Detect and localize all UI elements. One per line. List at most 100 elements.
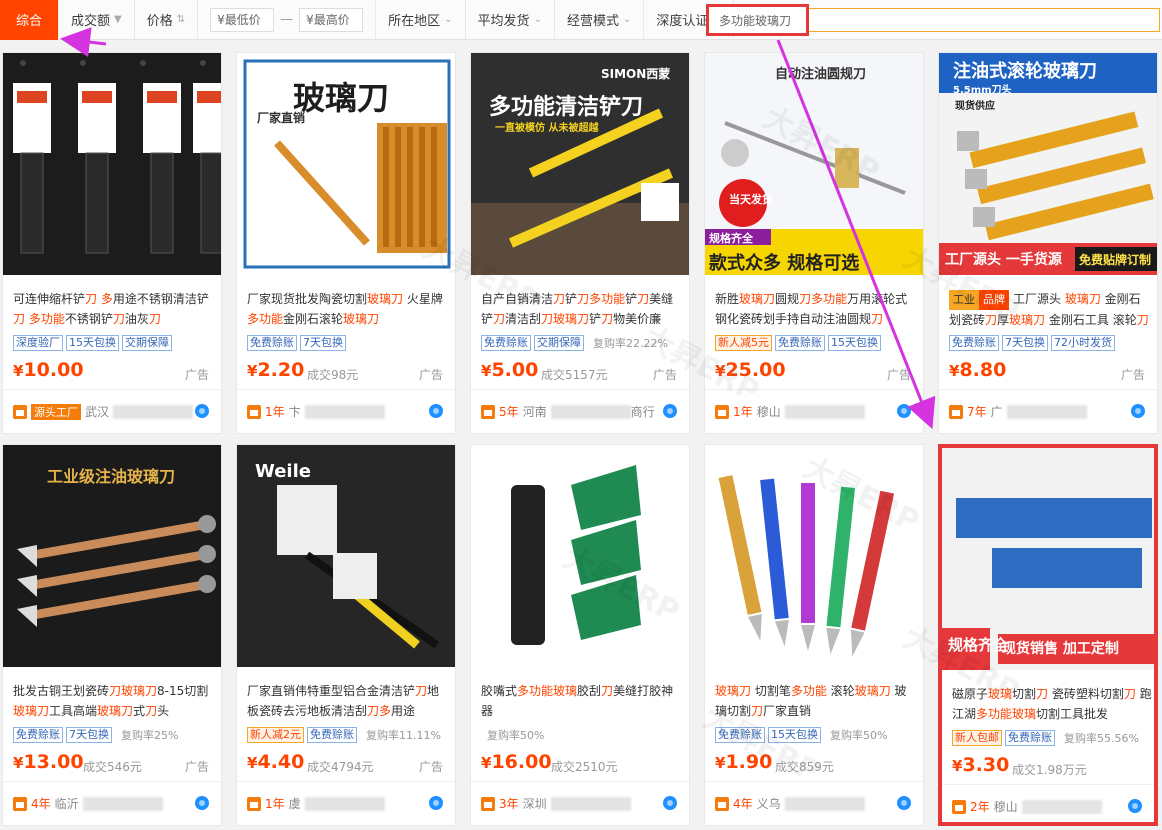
title-segment: 铲	[625, 292, 638, 306]
price-value: 16.00	[491, 751, 552, 773]
shop-info[interactable]: 4年 临沂	[13, 795, 163, 812]
title-segment: 刀	[799, 292, 812, 306]
product-title[interactable]: 批发古铜王划瓷砖刀玻璃刀8-15切割玻璃刀工具高端玻璃刀式刀头	[13, 681, 213, 721]
search-field-extension[interactable]	[806, 8, 1160, 32]
shop-name[interactable]: 义乌	[757, 795, 781, 812]
sort-price[interactable]: 价格 ⇅	[135, 0, 199, 40]
product-title[interactable]: 胶嘴式多功能玻璃胶刮刀美缝打胶神器	[481, 681, 681, 721]
shop-name[interactable]: 临沂	[55, 795, 79, 812]
product-image-art	[471, 53, 689, 275]
shop-info[interactable]: 2年 穆山	[952, 798, 1102, 815]
shop-info[interactable]: 1年虞	[247, 795, 385, 812]
product-title[interactable]: 磁原子玻璃切割刀 瓷砖塑料切割刀 跑江湖多功能玻璃切割工具批发	[952, 684, 1152, 724]
product-title[interactable]: 可连伸缩杆铲刀 多用途不锈钢清洁铲刀 多功能不锈钢铲刀油灰刀	[13, 289, 213, 329]
title-segment: 刀	[415, 684, 428, 698]
search-input[interactable]: 多功能玻璃刀	[706, 4, 809, 36]
product-card[interactable]: Weile 厂家直销伟特重型铝合金清洁铲刀地板瓷砖去污地板清洁刮刀多用途 新人减2元…	[236, 444, 456, 826]
product-card[interactable]: 工业级注油玻璃刀 批发古铜王划瓷砖刀玻璃刀8-15切割玻璃刀工具高端玻璃刀式刀头免…	[2, 444, 222, 826]
product-image[interactable]: 工业级注油玻璃刀	[3, 445, 221, 667]
product-image[interactable]: 多功能清洁铲刀 一直被模仿 从未被超越 SIMON西蒙	[471, 53, 689, 275]
title-segment: 刀	[871, 312, 884, 326]
wangwang-chat-icon[interactable]	[897, 796, 911, 810]
currency-symbol: ¥	[247, 754, 258, 772]
product-image-text: 工厂源头 一手货源	[945, 252, 1062, 268]
shop-info[interactable]: 4年 义乌	[715, 795, 865, 812]
shop-name[interactable]: 武汉	[85, 403, 109, 420]
shop-info[interactable]: 3年 深圳	[481, 795, 631, 812]
product-image[interactable]	[705, 445, 923, 667]
product-image-text: 免费贴牌订制	[1079, 253, 1152, 267]
title-segment: 刀	[112, 312, 125, 326]
product-title[interactable]: 厂家现货批发陶瓷切割玻璃刀 火星牌多功能金刚石滚轮玻璃刀	[247, 289, 447, 329]
shop-info[interactable]: 7年广	[949, 403, 1087, 420]
sort-default[interactable]: 综合	[0, 0, 60, 40]
product-image[interactable]	[471, 445, 689, 667]
product-card[interactable]: 可连伸缩杆铲刀 多用途不锈钢清洁铲刀 多功能不锈钢铲刀油灰刀深度验厂 15天包换交…	[2, 52, 222, 434]
shop-name[interactable]: 卞	[289, 403, 301, 420]
product-card[interactable]: 多功能清洁铲刀 一直被模仿 从未被超越 SIMON西蒙 自产自销清洁刀铲刀多功能铲刀美…	[470, 52, 690, 434]
price-value: 1.90	[725, 751, 773, 773]
max-price-input[interactable]: ¥最高价	[299, 7, 364, 32]
service-tag: 免费赊账	[247, 335, 297, 351]
wangwang-chat-icon[interactable]	[195, 404, 209, 418]
product-image[interactable]: Weile	[237, 445, 455, 667]
wangwang-chat-icon[interactable]	[663, 796, 677, 810]
shop-name-tail: 商行	[630, 405, 655, 419]
product-card[interactable]: 规格齐全 现货销售 加工定制磁原子玻璃切割刀 瓷砖塑料切割刀 跑江湖多功能玻璃切割…	[938, 444, 1158, 826]
filter-business-mode[interactable]: 经营模式 ⌄	[555, 0, 645, 40]
product-title[interactable]: 新胜玻璃刀圆规刀多功能万用滚轮式钢化瓷砖划手持自动注油圆规刀	[715, 289, 915, 329]
product-title[interactable]: 工业 品牌 工厂源头 玻璃刀 金刚石划瓷砖刀厚玻璃刀 金刚石工具 滚轮刀	[949, 289, 1149, 329]
product-image[interactable]: 注油式滚轮玻璃刀 5.5mm刀头 现货供应 工厂源头 一手货源 免费贴牌订制	[939, 53, 1157, 275]
service-tags: 深度验厂 15天包换 交期保障	[13, 335, 172, 351]
card-divider	[939, 389, 1157, 390]
product-image[interactable]	[3, 53, 221, 275]
product-title[interactable]: 自产自销清洁刀铲刀多功能铲刀美缝铲刀清洁刮刀玻璃刀铲刀物美价廉	[481, 289, 681, 329]
shop-name[interactable]: 虞	[289, 795, 301, 812]
product-image[interactable]: 玻璃刀 厂家直销	[237, 53, 455, 275]
sort-turnover[interactable]: 成交额 ▼	[59, 0, 135, 40]
shop-name[interactable]: 广	[991, 403, 1003, 420]
product-card[interactable]: 玻璃刀 厂家直销 厂家现货批发陶瓷切割玻璃刀 火星牌多功能金刚石滚轮玻璃刀 免费赊账 7…	[236, 52, 456, 434]
shop-name[interactable]: 穆山	[994, 798, 1018, 815]
product-price: ¥5.00	[481, 359, 538, 381]
wangwang-chat-icon[interactable]	[1131, 404, 1145, 418]
title-segment: 清洁刮	[505, 312, 542, 326]
wangwang-chat-icon[interactable]	[1128, 799, 1142, 813]
product-title[interactable]: 玻璃刀 切割笔多功能 滚轮玻璃刀 玻璃切割刀厂家直销	[715, 681, 915, 721]
product-card[interactable]: 玻璃刀 切割笔多功能 滚轮玻璃刀 玻璃切割刀厂家直销 免费赊账 15天包换 复购率50…	[704, 444, 924, 826]
title-segment: 刀	[751, 704, 764, 718]
wangwang-chat-icon[interactable]	[195, 796, 209, 810]
product-price: ¥2.20	[247, 359, 304, 381]
product-title[interactable]: 厂家直销伟特重型铝合金清洁铲刀地板瓷砖去污地板清洁刮刀多用途	[247, 681, 447, 721]
price-value: 25.00	[725, 359, 786, 381]
price-value: 13.00	[23, 751, 84, 773]
product-image[interactable]: 规格齐全 现货销售 加工定制	[942, 448, 1154, 670]
title-segment: 刀	[637, 292, 650, 306]
blurred-shop-name	[784, 404, 865, 419]
filter-business-mode-label: 经营模式	[566, 14, 619, 29]
shop-info[interactable]: 1年卞	[247, 403, 385, 420]
wangwang-chat-icon[interactable]	[429, 404, 443, 418]
product-image[interactable]: 自动注油圆规刀 当天发货 规格齐全 款式众多 规格可选	[705, 53, 923, 275]
product-card[interactable]: 注油式滚轮玻璃刀 5.5mm刀头 现货供应 工厂源头 一手货源 免费贴牌订制 工业 品牌 工厂…	[938, 52, 1158, 434]
title-segment: 8-15切割	[157, 684, 209, 698]
title-segment: 多	[100, 292, 113, 306]
filter-shipping[interactable]: 平均发货 ⌄	[466, 0, 555, 40]
shop-name[interactable]: 河南	[523, 403, 547, 420]
shop-years: 3年	[499, 797, 519, 811]
wangwang-chat-icon[interactable]	[897, 404, 911, 418]
shop-info[interactable]: 1年 穆山	[715, 403, 865, 420]
wangwang-chat-icon[interactable]	[663, 404, 677, 418]
title-segment: 磁原子	[952, 687, 989, 701]
title-segment: 铲	[589, 312, 602, 326]
shop-info[interactable]: 5年 河南 商行	[481, 403, 655, 420]
shop-name[interactable]: 穆山	[757, 403, 781, 420]
product-card[interactable]: 胶嘴式多功能玻璃胶刮刀美缝打胶神器 复购率50% ¥16.00 成交2510元 3年 深圳	[470, 444, 690, 826]
min-price-input[interactable]: ¥最低价	[210, 7, 275, 32]
product-image-text: 多功能清洁铲刀	[489, 95, 644, 120]
shop-name[interactable]: 深圳	[523, 795, 547, 812]
shop-info[interactable]: 源头工厂 武汉	[13, 403, 194, 420]
wangwang-chat-icon[interactable]	[429, 796, 443, 810]
product-card[interactable]: 自动注油圆规刀 当天发货 规格齐全 款式众多 规格可选新胜玻璃刀圆规刀多功能万用滚轮式…	[704, 52, 924, 434]
filter-region[interactable]: 所在地区 ⌄	[375, 0, 466, 40]
